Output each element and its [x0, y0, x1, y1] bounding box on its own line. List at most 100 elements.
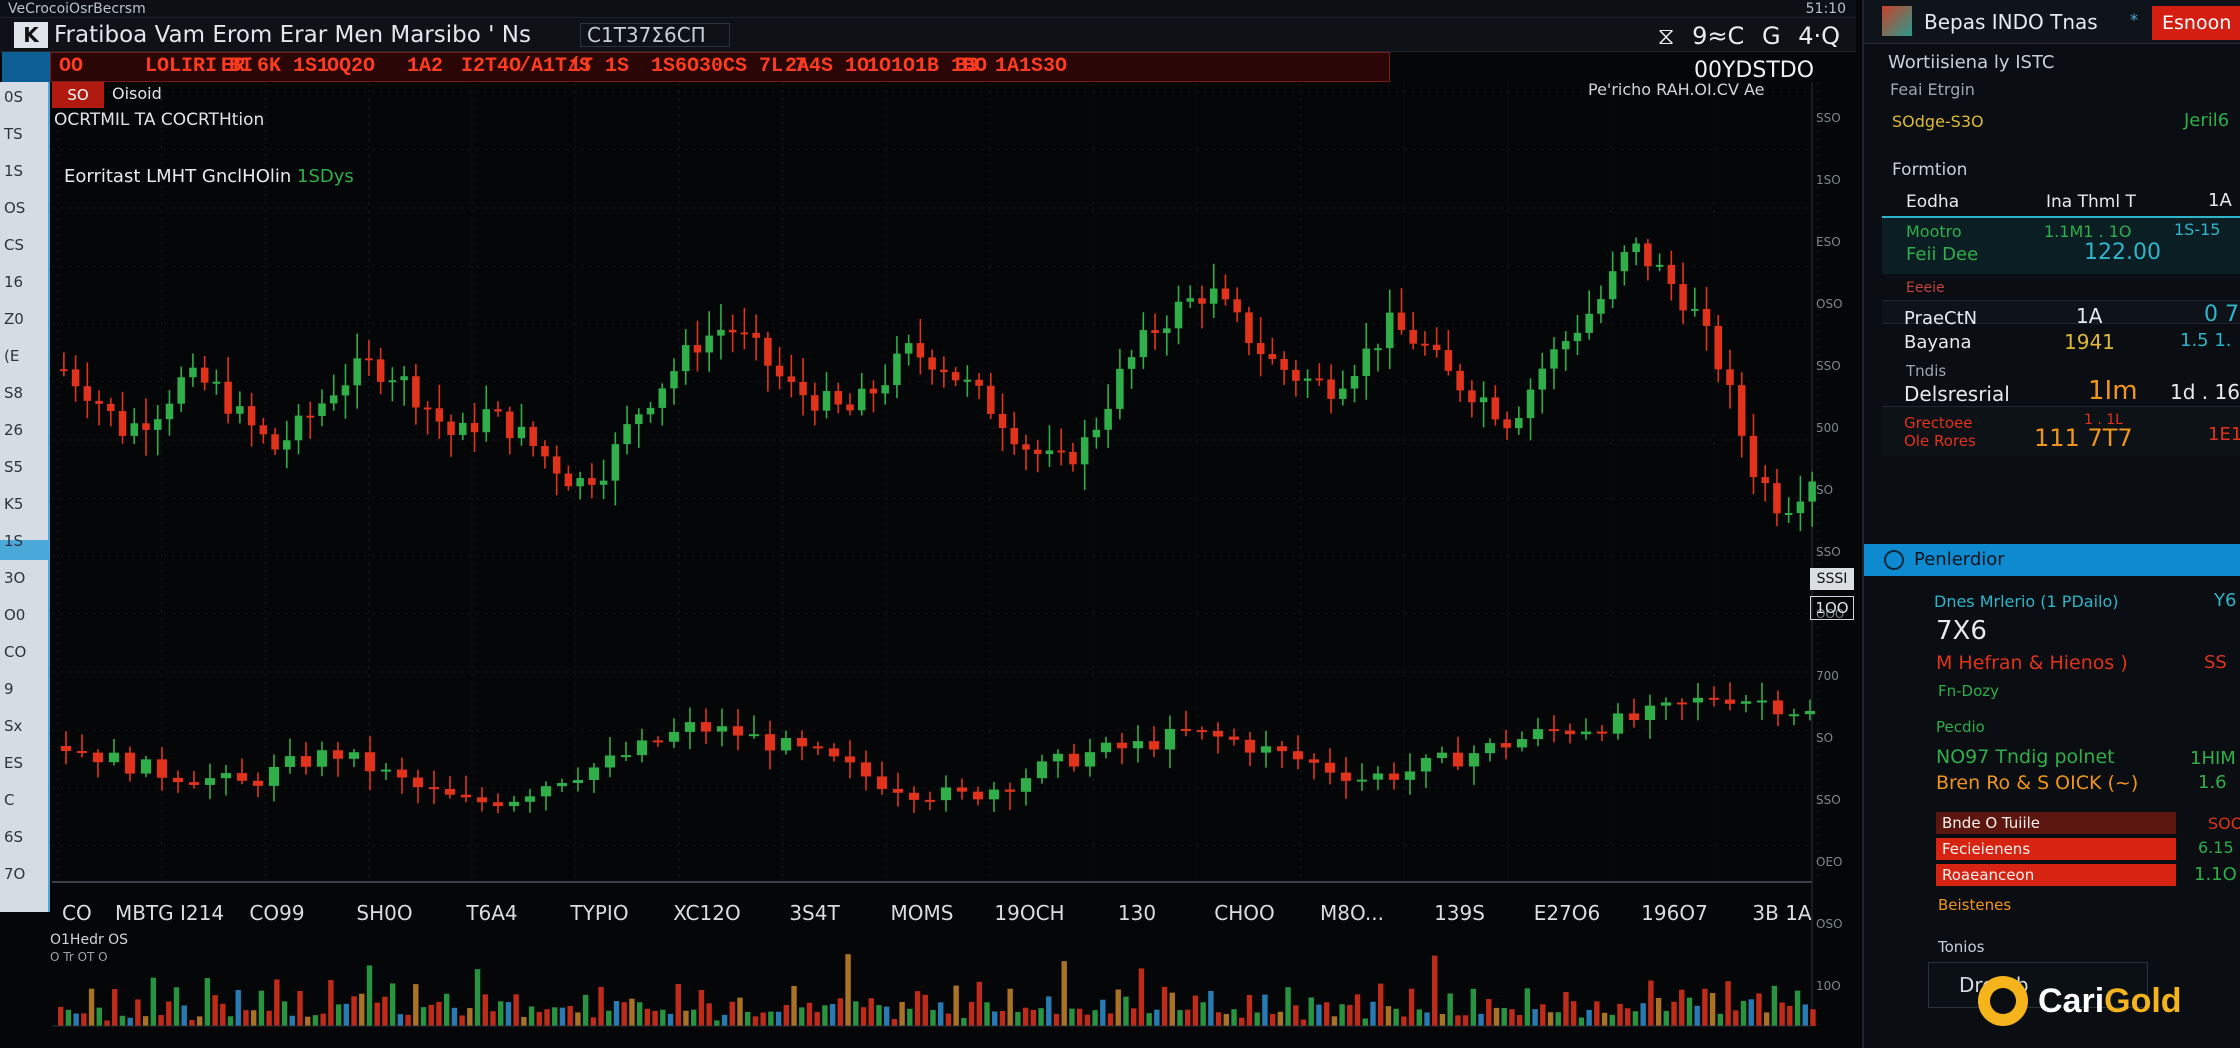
clock-icon: [1884, 550, 1904, 570]
upper-candle: [318, 403, 326, 416]
volume-bar: [374, 1002, 380, 1026]
volume-bar: [1154, 1009, 1160, 1026]
volume-bar: [173, 987, 180, 1026]
upper-candle: [1339, 388, 1347, 399]
lower-candle: [1532, 729, 1544, 740]
lower-candle: [1004, 789, 1016, 792]
chart-tag-badge[interactable]: SO: [52, 82, 104, 108]
ticker-item[interactable]: ER: [221, 55, 245, 78]
settings-icon[interactable]: 9≈C: [1692, 22, 1744, 50]
chart-area[interactable]: CO MBTG I214 CO99 SH0O T6A4 TYPIO XC12O 3S4T MOM…: [50, 58, 1856, 1042]
volume-bar: [1061, 961, 1067, 1026]
lower-candle: [1644, 705, 1656, 721]
upper-candle: [1362, 348, 1371, 377]
title-bar-text: VeCrocoiOsrBecrsm: [8, 1, 146, 17]
upper-candle: [764, 337, 772, 366]
ruler-tick-label: ES: [4, 754, 23, 772]
volume-bar: [698, 989, 705, 1026]
volume-bar: [1594, 1001, 1600, 1026]
candlestick-chart[interactable]: CO MBTG I214 CO99 SH0O T6A4 TYPIO XC12O 3S4T MOM…: [52, 82, 1856, 1042]
pending-line-6: Bren Ro & S OICK (~): [1936, 772, 2139, 794]
left-price-ruler[interactable]: 0S TS 1S OS CS 16 Z0 (E S8 26 S5 K5 1S 3O O0 CO 9 Sx ES C 6S…: [0, 82, 50, 912]
volume-bar: [1254, 1012, 1260, 1026]
pending-bar-2[interactable]: Fecieienens: [1936, 838, 2176, 860]
volume-bar: [166, 1001, 172, 1026]
volume-bar: [907, 1008, 913, 1026]
hourglass-icon[interactable]: ⧖: [1658, 22, 1675, 50]
volume-bar: [1671, 1001, 1677, 1026]
lower-candle: [316, 750, 328, 767]
ticker-menu-button[interactable]: [2, 52, 50, 82]
row-red-label-1: Grectoee: [1904, 414, 1973, 432]
x-axis-label: TYPIO: [569, 901, 628, 925]
upper-candle: [904, 343, 913, 354]
ticker-item[interactable]: 1T 1S: [569, 55, 629, 78]
ticker-item[interactable]: 1A2: [407, 55, 443, 78]
ticker-strip: OO LOLIRI BI ER 6K 1S1 OQ2O 1A2 I2T4O/A1T/S 1T …: [50, 52, 1390, 82]
pending-bar-3[interactable]: Roaeanceon: [1936, 864, 2176, 886]
side-panel-flag[interactable]: *: [2130, 10, 2138, 29]
ticker-item[interactable]: 6K 1S1: [257, 55, 329, 78]
ticker-item[interactable]: 1A1S3O: [995, 55, 1067, 78]
volume-bar: [1100, 999, 1106, 1026]
upper-candle: [1045, 450, 1054, 455]
refresh-icon[interactable]: G: [1762, 22, 1781, 50]
lower-candle: [1484, 743, 1496, 754]
ticker-item[interactable]: 1S6O3: [651, 55, 711, 78]
upper-candle: [1561, 341, 1570, 350]
volume-bar: [582, 994, 589, 1026]
lower-candle: [956, 787, 968, 792]
upper-candle: [153, 419, 162, 430]
pending-orders-header[interactable]: Penlerdior: [1864, 544, 2240, 576]
upper-candle: [576, 478, 584, 487]
row-price-right: 0 7: [2204, 302, 2239, 327]
volume-bar: [1169, 992, 1175, 1026]
volume-bar: [837, 998, 844, 1026]
ruler-tick-label: S8: [4, 384, 24, 402]
ruler-tick-label: 9: [4, 680, 14, 698]
search-icon[interactable]: 4·Q: [1798, 22, 1840, 50]
upper-candle: [599, 480, 608, 485]
ticker-item[interactable]: 2A4S 1O: [785, 55, 869, 78]
upper-candle: [1385, 312, 1394, 349]
lower-candle: [844, 756, 856, 763]
upper-candle: [1221, 288, 1230, 300]
volume-bar: [922, 994, 928, 1026]
upper-candle: [1151, 330, 1159, 334]
upper-candle: [1597, 299, 1605, 314]
ticker-item[interactable]: B3: [955, 55, 979, 78]
volume-bar: [1424, 1012, 1430, 1026]
volume-bar: [606, 1010, 612, 1026]
lower-candle: [540, 786, 552, 797]
upper-candle: [1432, 344, 1441, 351]
lower-candle: [588, 767, 600, 781]
volume-bar: [1277, 1011, 1284, 1026]
pending-bar-1[interactable]: Bnde O Tuiile: [1936, 812, 2176, 834]
volume-bar: [1756, 993, 1762, 1026]
volume-bar: [1702, 988, 1708, 1026]
col-left-head: Eodha: [1906, 192, 1960, 212]
volume-bar: [613, 1001, 620, 1026]
ticker-item[interactable]: I2T4O: [461, 55, 521, 78]
upper-candle: [1702, 308, 1711, 326]
upper-candle: [1773, 483, 1781, 514]
lower-candle: [220, 773, 232, 779]
upper-candle: [552, 456, 561, 474]
volume-bar: [552, 1007, 558, 1026]
volume-bar: [127, 1017, 133, 1026]
lower-candle: [1372, 773, 1384, 780]
ticker-item[interactable]: OO: [59, 55, 83, 78]
symbol-input[interactable]: C1T37Σ6CΠ: [580, 23, 730, 47]
upper-candle: [670, 371, 678, 389]
volume-bar: [235, 989, 241, 1026]
pending-line-4: Pecdio: [1936, 718, 1985, 736]
lower-candle: [892, 788, 904, 793]
alert-button[interactable]: Esnoon: [2152, 6, 2240, 40]
volume-bar: [667, 1013, 674, 1026]
volume-bar: [1038, 1008, 1044, 1026]
panel-line-2: Feai Etrgin: [1890, 80, 1975, 99]
ticker-item[interactable]: OQ2O: [327, 55, 375, 78]
ruler-tick-label: 7O: [4, 865, 26, 883]
lower-candle: [1804, 711, 1816, 715]
upper-candle: [1069, 451, 1077, 465]
